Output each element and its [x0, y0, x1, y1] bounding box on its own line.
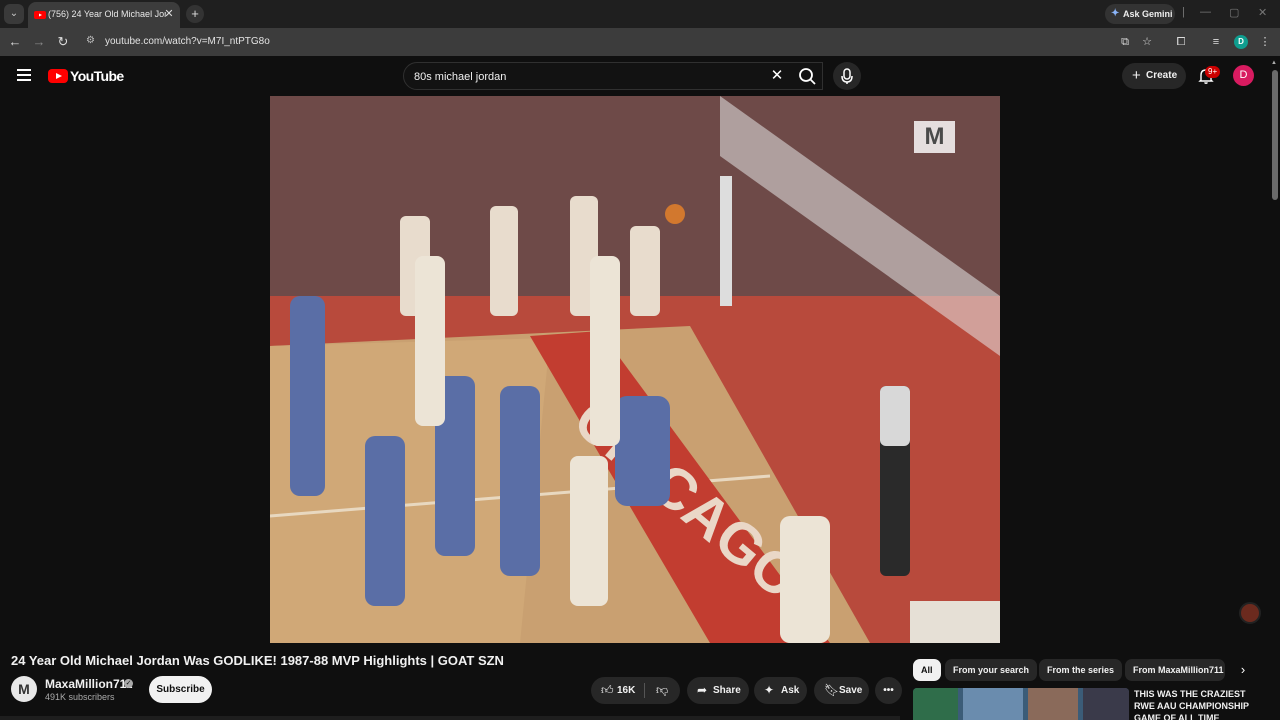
media-controls-icon[interactable]: ≡ [1208, 34, 1224, 50]
browser-window: ⌄ (756) 24 Year Old Michael Jordan Was G… [0, 0, 1280, 720]
ask-gemini-button[interactable]: ✦ Ask Gemini [1105, 4, 1175, 24]
save-label: Save [839, 685, 863, 696]
tab-title: (756) 24 Year Old Michael Jordan Was GOD… [48, 9, 166, 19]
site-info-icon[interactable]: ⚙ [86, 35, 98, 47]
address-toolbar: ← → ↻ ⚙ youtube.com/watch?v=M7I_ntPTG8o … [0, 28, 1280, 56]
chevron-right-icon[interactable]: › [1234, 661, 1252, 679]
omnibox[interactable]: ⚙ youtube.com/watch?v=M7I_ntPTG8o [80, 32, 1260, 52]
share-arrow-icon: ➦ [697, 683, 708, 697]
tab-bar: ⌄ (756) 24 Year Old Michael Jordan Was G… [0, 0, 1280, 28]
ask-label: Ask [781, 685, 800, 696]
back-arrow-icon[interactable]: ← [7, 34, 23, 50]
subscriber-count: 491K subscribers [45, 692, 115, 702]
new-tab-button[interactable]: + [186, 5, 204, 23]
guide-menu-icon[interactable] [14, 66, 34, 86]
browser-menu-icon[interactable]: ⋮ [1257, 34, 1273, 50]
reload-icon[interactable]: ↻ [55, 34, 71, 50]
user-avatar[interactable]: D [1233, 65, 1254, 86]
ask-gemini-label: Ask Gemini [1123, 9, 1173, 19]
maximize-icon[interactable]: ▢ [1229, 6, 1239, 19]
bookmark-star-icon[interactable]: ☆ [1139, 34, 1155, 50]
forward-arrow-icon[interactable]: → [31, 34, 47, 50]
youtube-play-logo-icon [48, 69, 68, 83]
active-tab[interactable]: (756) 24 Year Old Michael Jordan Was GOD… [28, 2, 180, 28]
gemini-icon: ✦ [1111, 8, 1120, 19]
tab-close-icon[interactable]: ✕ [162, 7, 176, 21]
window-close-icon[interactable]: ✕ [1258, 6, 1267, 19]
create-button[interactable]: + Create [1122, 63, 1186, 89]
plus-icon: + [1132, 67, 1141, 84]
like-dislike-group: 👍︎ 16K 👎︎ [591, 677, 680, 704]
like-count[interactable]: 16K [617, 677, 635, 704]
chip-from-the-series[interactable]: From the series [1039, 659, 1123, 681]
channel-avatar[interactable]: M [11, 676, 37, 702]
search-input[interactable] [414, 68, 754, 85]
recommendation-title[interactable]: THIS WAS THE CRAZIEST RWE AAU CHAMPIONSH… [1134, 688, 1264, 720]
search-icon[interactable] [796, 66, 818, 86]
recommendation-thumbnail[interactable] [913, 688, 1129, 720]
channel-name[interactable]: MaxaMillion711 [45, 677, 132, 691]
scroll-up-arrow-icon[interactable]: ▲ [1271, 60, 1277, 66]
chip-from-your-search[interactable]: From your search [945, 659, 1038, 681]
video-title: 24 Year Old Michael Jordan Was GODLIKE! … [11, 653, 504, 668]
scrollbar-thumb[interactable] [1272, 70, 1278, 200]
youtube-favicon-icon [34, 11, 46, 19]
tab-search-button[interactable]: ⌄ [4, 4, 24, 24]
browser-profile-avatar[interactable]: D [1234, 35, 1248, 49]
ask-button[interactable]: ✦ Ask [754, 677, 807, 704]
share-label: Share [713, 685, 741, 696]
description-edge [0, 716, 900, 720]
subscribe-branding-icon[interactable] [1239, 602, 1261, 624]
video-player[interactable]: CHICAGO [270, 96, 1000, 643]
subscribe-button[interactable]: Subscribe [149, 676, 212, 703]
youtube-logo-text: YouTube [70, 68, 124, 84]
clear-search-icon[interactable]: ✕ [768, 67, 786, 85]
extensions-icon[interactable]: ⧠ [1173, 34, 1189, 50]
thumbs-down-icon[interactable]: 👎︎ [656, 677, 668, 704]
search-box: ✕ [403, 62, 823, 90]
thumbs-up-icon[interactable]: 👍︎ [601, 677, 614, 704]
share-button[interactable]: ➦ Share [687, 677, 749, 704]
minimize-icon[interactable]: — [1200, 6, 1211, 18]
youtube-masthead: YouTube ✕ + Create 9+ D [0, 56, 1280, 96]
create-label: Create [1146, 70, 1178, 81]
channel-watermark[interactable]: M [914, 121, 955, 153]
voice-search-button[interactable] [833, 62, 861, 90]
window-divider: | [1182, 6, 1185, 18]
chip-all[interactable]: All [913, 659, 941, 681]
chip-from-channel[interactable]: From MaxaMillion711 [1125, 659, 1225, 681]
microphone-icon [841, 68, 853, 84]
like-divider [644, 683, 645, 698]
notification-badge: 9+ [1205, 66, 1221, 78]
install-app-icon[interactable]: ⧉ [1117, 34, 1133, 50]
more-actions-button[interactable]: ••• [875, 677, 902, 704]
save-button[interactable]: 🔖︎ Save [814, 677, 869, 704]
verified-check-icon: ✓ [124, 679, 133, 688]
video-frame: CHICAGO [270, 96, 1000, 643]
bookmark-icon: 🔖︎ [824, 683, 840, 697]
url-text: youtube.com/watch?v=M7I_ntPTG8o [105, 36, 270, 47]
sparkle-icon: ✦ [764, 683, 775, 697]
